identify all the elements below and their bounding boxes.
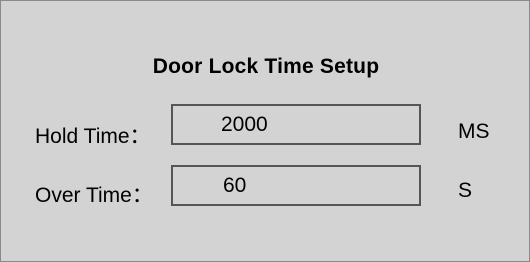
over-time-unit: S [458,179,473,202]
over-time-input[interactable]: 60 [171,165,421,206]
hold-time-input[interactable]: 2000 [171,104,421,145]
hold-time-label: Hold Time： [35,125,151,148]
door-lock-time-setup-panel: Door Lock Time Setup Hold Time： 2000 MS … [0,0,530,262]
hold-time-unit: MS [458,120,490,143]
hold-time-value: 2000 [221,113,268,136]
over-time-label: Over Time： [35,184,153,207]
panel-title: Door Lock Time Setup [152,55,380,78]
over-time-value: 60 [223,174,247,197]
